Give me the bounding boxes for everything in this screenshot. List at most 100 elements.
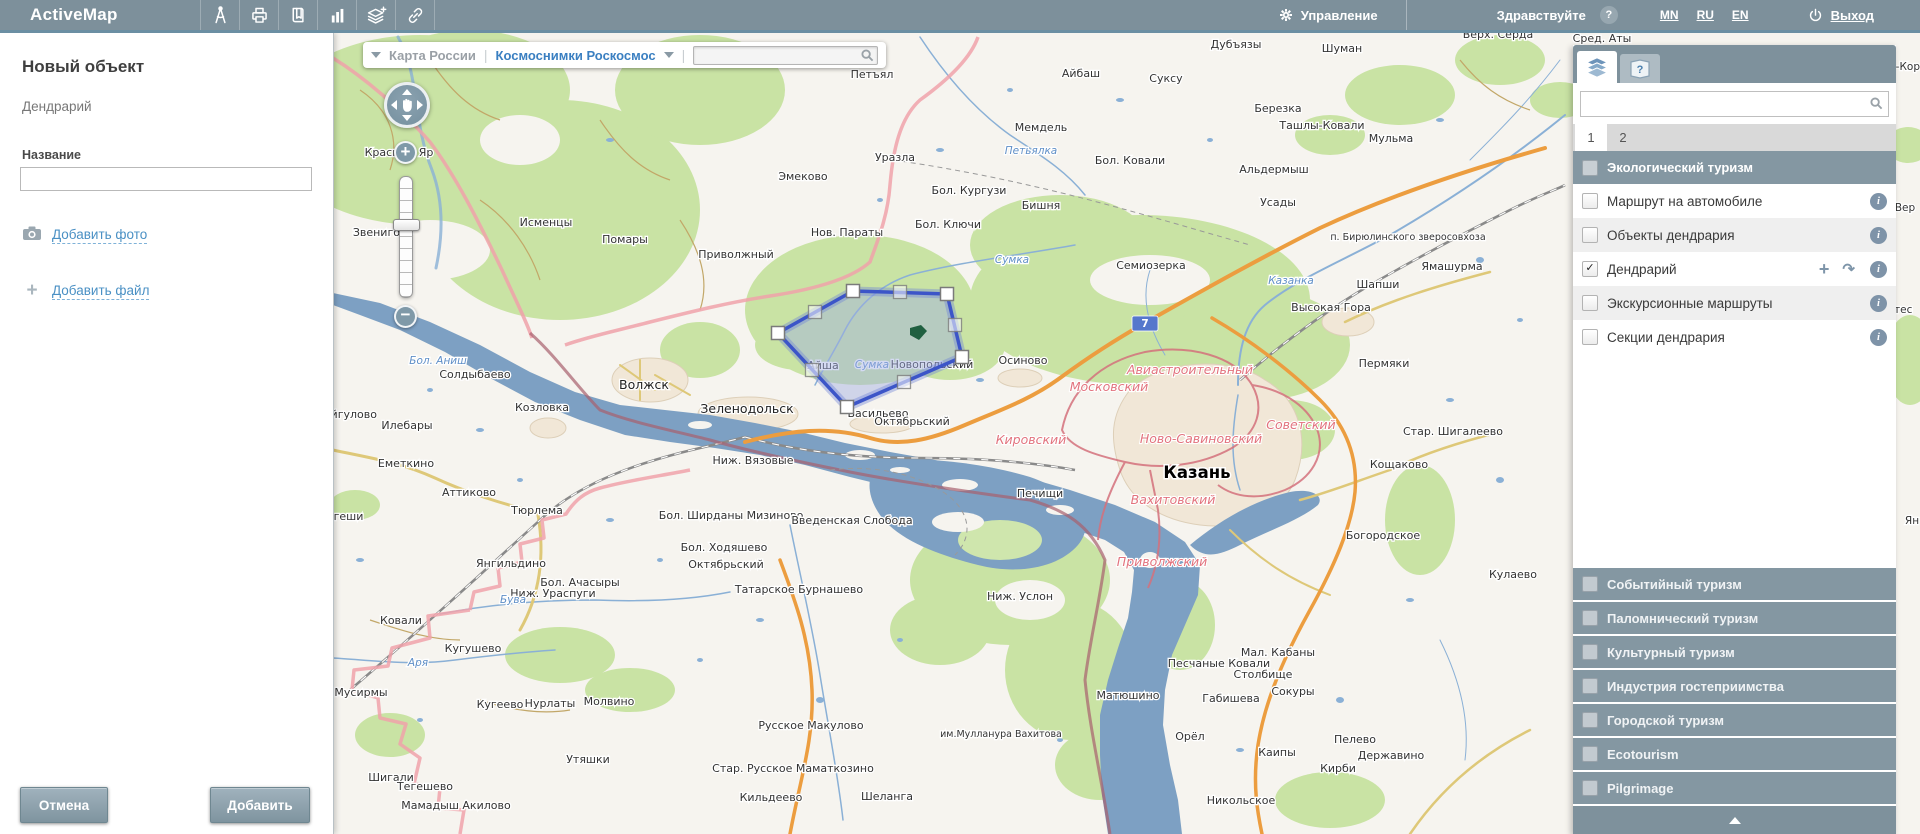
layer-group-collapsed[interactable]: Городской туризм bbox=[1573, 704, 1896, 736]
layer-group-collapsed[interactable]: Ecotourism bbox=[1573, 738, 1896, 770]
language-link-en[interactable]: EN bbox=[1732, 8, 1749, 22]
layer-checkbox[interactable] bbox=[1582, 227, 1598, 243]
polygon-midpoint-handle[interactable] bbox=[894, 286, 907, 299]
tab-legend[interactable]: ? bbox=[1620, 54, 1660, 83]
pan-left-icon[interactable] bbox=[391, 100, 397, 110]
polygon-midpoint-handle[interactable] bbox=[898, 376, 911, 389]
add-object-icon[interactable]: + bbox=[1819, 259, 1830, 280]
layer-row[interactable]: Маршрут на автомобилеi bbox=[1573, 184, 1896, 218]
polygon-midpoint-handle[interactable] bbox=[806, 364, 819, 377]
search-icon[interactable] bbox=[861, 49, 874, 62]
map-label: Приволжский bbox=[1117, 554, 1207, 569]
group-checkbox[interactable] bbox=[1582, 712, 1598, 728]
name-input[interactable] bbox=[20, 167, 312, 191]
info-icon[interactable]: i bbox=[1870, 261, 1887, 278]
polygon-vertex-handle[interactable] bbox=[772, 327, 785, 340]
layer-group-collapsed[interactable]: Индустрия гостеприимства bbox=[1573, 670, 1896, 702]
group-checkbox[interactable] bbox=[1582, 780, 1598, 796]
print-button[interactable] bbox=[239, 0, 278, 30]
layers-panel: ? 1 2 Экологический туризм Маршрут на ав… bbox=[1573, 45, 1896, 834]
edit-geometry-icon[interactable]: ↷ bbox=[1842, 260, 1855, 278]
layers-add-button[interactable] bbox=[356, 0, 395, 30]
base-layer-right[interactable]: Космоснимки Роскосмос bbox=[496, 48, 656, 63]
chevron-up-icon bbox=[1729, 817, 1741, 824]
map-pan-control[interactable] bbox=[384, 82, 430, 128]
stats-icon bbox=[327, 5, 348, 26]
add-photo-button[interactable]: Добавить фото bbox=[22, 225, 333, 246]
tab-layers[interactable] bbox=[1577, 51, 1617, 83]
zoom-out-button[interactable]: − bbox=[394, 305, 417, 328]
pan-right-icon[interactable] bbox=[417, 100, 423, 110]
info-icon[interactable]: i bbox=[1870, 329, 1887, 346]
layer-row[interactable]: Объекты дендрарияi bbox=[1573, 218, 1896, 252]
zoom-slider-handle[interactable] bbox=[393, 219, 420, 231]
compass-icon bbox=[210, 5, 231, 26]
pan-up-icon[interactable] bbox=[402, 89, 412, 95]
base-layer-left[interactable]: Карта России bbox=[389, 48, 476, 63]
group-checkbox[interactable] bbox=[1582, 610, 1598, 626]
group-checkbox[interactable] bbox=[1582, 576, 1598, 592]
layer-checkbox[interactable]: ✓ bbox=[1582, 261, 1598, 277]
management-button[interactable]: Управление bbox=[1250, 0, 1406, 30]
language-link-mn[interactable]: MN bbox=[1660, 8, 1679, 22]
layer-row[interactable]: Секции дендрарияi bbox=[1573, 320, 1896, 354]
zoom-slider-track[interactable] bbox=[399, 176, 413, 298]
polygon-vertex-handle[interactable] bbox=[847, 285, 860, 298]
layer-checkbox[interactable] bbox=[1582, 193, 1598, 209]
map-label: Осиново bbox=[999, 354, 1048, 367]
layer-group-collapsed[interactable]: Паломнический туризм bbox=[1573, 602, 1896, 634]
polygon-midpoint-handle[interactable] bbox=[949, 319, 962, 332]
map-label: Сокуры bbox=[1271, 685, 1314, 698]
page-tab-2[interactable]: 2 bbox=[1607, 124, 1639, 151]
layer-group-collapsed[interactable]: Pilgrimage bbox=[1573, 772, 1896, 804]
map-label: Мал. Кабаны bbox=[1241, 646, 1315, 659]
map-label: Уразла bbox=[875, 151, 915, 164]
group-checkbox[interactable] bbox=[1582, 160, 1598, 176]
map-label: Бишня bbox=[1022, 199, 1061, 212]
cancel-button[interactable]: Отмена bbox=[20, 787, 108, 823]
link-button[interactable] bbox=[395, 0, 435, 30]
chevron-down-icon[interactable] bbox=[664, 52, 674, 58]
toolbar-separator: | bbox=[682, 47, 686, 63]
layer-group-collapsed[interactable]: Событийный туризм bbox=[1573, 568, 1896, 600]
info-icon[interactable]: i bbox=[1870, 295, 1887, 312]
zoom-in-button[interactable]: + bbox=[394, 141, 417, 164]
map-label: Дубъязы bbox=[1211, 38, 1262, 51]
logout-button[interactable]: Выход bbox=[1807, 7, 1874, 24]
layer-row[interactable]: Экскурсионные маршрутыi bbox=[1573, 286, 1896, 320]
panel-collapse-button[interactable] bbox=[1573, 806, 1896, 834]
map-label: Бол. Ковали bbox=[1095, 154, 1165, 167]
info-icon[interactable]: i bbox=[1870, 227, 1887, 244]
polygon-vertex-handle[interactable] bbox=[941, 288, 954, 301]
polygon-vertex-handle[interactable] bbox=[841, 401, 854, 414]
group-checkbox[interactable] bbox=[1582, 746, 1598, 762]
layer-checkbox[interactable] bbox=[1582, 329, 1598, 345]
map-label: Мемдель bbox=[1015, 121, 1067, 134]
submit-button[interactable]: Добавить bbox=[210, 787, 310, 823]
guide-button[interactable] bbox=[278, 0, 317, 30]
map-label: Октябрьский bbox=[688, 558, 764, 571]
layer-group-header[interactable]: Экологический туризм bbox=[1573, 151, 1896, 184]
layer-checkbox[interactable] bbox=[1582, 295, 1598, 311]
layer-row[interactable]: ✓Дендрарий+↷i bbox=[1573, 252, 1896, 286]
layers-search-input[interactable] bbox=[1580, 91, 1889, 117]
polygon-midpoint-handle[interactable] bbox=[809, 306, 822, 319]
group-label: Ecotourism bbox=[1607, 747, 1679, 762]
layer-group-collapsed[interactable]: Культурный туризм bbox=[1573, 636, 1896, 668]
map-label: Еметкино bbox=[378, 457, 434, 470]
map-label: п. Бирюлинского зверосовхоза bbox=[1330, 232, 1485, 243]
page-tab-1[interactable]: 1 bbox=[1575, 124, 1607, 151]
add-file-button[interactable]: + Добавить файл bbox=[22, 280, 333, 302]
language-link-ru[interactable]: RU bbox=[1697, 8, 1714, 22]
polygon-vertex-handle[interactable] bbox=[956, 351, 969, 364]
map-label: Матюшино bbox=[1096, 689, 1159, 702]
map-search-input[interactable] bbox=[693, 46, 878, 65]
compass-button[interactable] bbox=[200, 0, 239, 30]
group-checkbox[interactable] bbox=[1582, 678, 1598, 694]
chevron-down-icon[interactable] bbox=[371, 52, 381, 58]
search-icon[interactable] bbox=[1870, 97, 1883, 110]
group-checkbox[interactable] bbox=[1582, 644, 1598, 660]
info-icon[interactable]: i bbox=[1870, 193, 1887, 210]
stats-button[interactable] bbox=[317, 0, 356, 30]
help-button[interactable]: ? bbox=[1600, 6, 1618, 24]
